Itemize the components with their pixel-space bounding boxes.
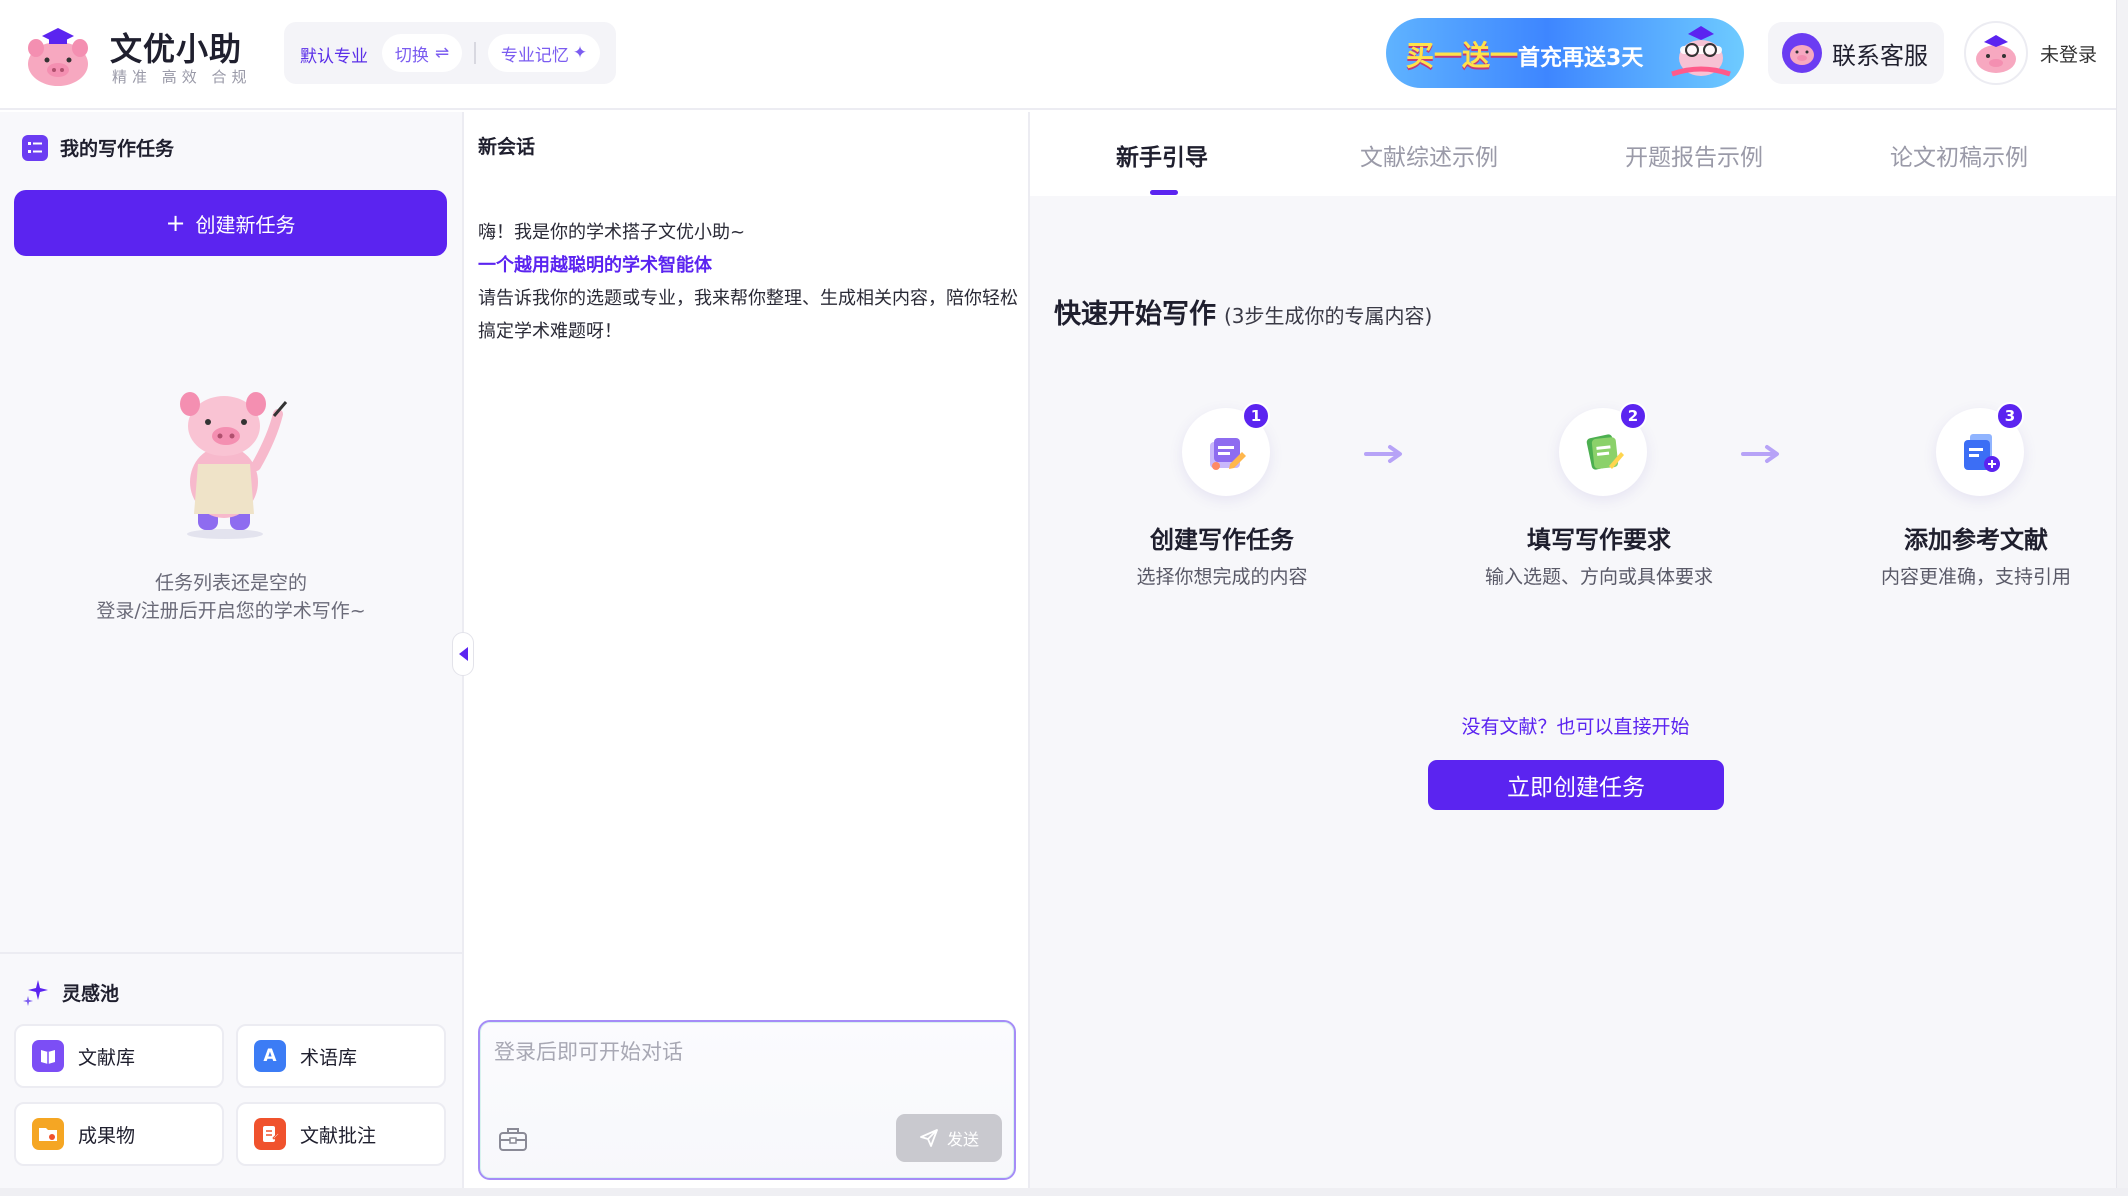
step-title: 添加参考文献 [1904, 526, 2048, 554]
chat-input-placeholder[interactable]: 登录后即可开始对话 [494, 1036, 683, 1066]
guide-panel: 新手引导 文献综述示例 开题报告示例 论文初稿示例 快速开始写作 (3步生成你的专… [1030, 112, 2116, 1188]
arrow-right-icon [1364, 445, 1402, 463]
page-scrollbar[interactable] [2116, 0, 2128, 1196]
major-selector: 默认专业 切换 ⇌ 专业记忆 ✦ [284, 22, 616, 84]
bottom-edge [0, 1188, 2128, 1196]
quick-start-heading: 快速开始写作 (3步生成你的专属内容) [1054, 292, 1432, 331]
tool-label: 成果物 [78, 1124, 136, 1147]
inspiration-header: 灵感池 [22, 978, 119, 1006]
chevron-left-icon [458, 647, 468, 661]
step-add-references: 3 添加参考文献 内容更准确，支持引用 [1836, 402, 2116, 608]
quick-start-subtitle: (3步生成你的专属内容) [1224, 304, 1433, 328]
brand-slogan: 精准 高效 合规 [112, 68, 252, 86]
step-number-badge: 2 [1619, 402, 1647, 430]
quick-start-title: 快速开始写作 [1054, 299, 1216, 330]
switch-major-label: 切换 [394, 45, 429, 66]
guide-tabs: 新手引导 文献综述示例 开题报告示例 论文初稿示例 [1030, 112, 2116, 196]
tool-label: 文献批注 [300, 1124, 377, 1147]
promo-banner[interactable]: 买一送一首充再送3天 [1386, 18, 1744, 88]
step-description: 输入选题、方向或具体要求 [1484, 566, 1713, 588]
send-label: 发送 [946, 1130, 979, 1149]
tool-label: 文献库 [78, 1046, 136, 1069]
annotate-icon [254, 1118, 286, 1150]
step-description: 内容更准确，支持引用 [1880, 566, 2071, 588]
task-create-icon [1210, 438, 1246, 470]
switch-major-button[interactable]: 切换 ⇌ [382, 34, 462, 72]
empty-state-hint: 登录/注册后开启您的学术写作~ [96, 600, 366, 622]
inspiration-title: 灵感池 [62, 982, 120, 1005]
empty-state-title: 任务列表还是空的 [154, 572, 307, 594]
promo-mascot-icon [1671, 26, 1731, 77]
send-button[interactable]: 发送 [896, 1114, 1002, 1162]
reference-add-icon [1964, 434, 2000, 472]
chat-panel: 新会话 嗨！我是你的学术搭子文优小助~ 一个越用越聪明的学术智能体 请告诉我你的… [464, 112, 1030, 1188]
tab-literature-review-example[interactable]: 文献综述示例 [1360, 138, 1498, 172]
create-task-label: 创建新任务 [195, 212, 296, 237]
tasks-header: 我的写作任务 [22, 134, 174, 161]
top-header: 文优小助 精准 高效 合规 默认专业 切换 ⇌ 专业记忆 ✦ 买一送一首充再送3… [0, 0, 2128, 110]
step-title: 创建写作任务 [1150, 526, 1294, 554]
major-memory-button[interactable]: 专业记忆 ✦ [488, 34, 600, 72]
greeting-line: 嗨！我是你的学术搭子文优小助~ [478, 222, 746, 243]
pig-logo-icon [28, 28, 88, 86]
brand-name: 文优小助 [110, 30, 243, 68]
default-major-label[interactable]: 默认专业 [300, 42, 368, 67]
tool-literature-annotation[interactable]: 文献批注 [236, 1102, 446, 1166]
letter-a-icon: A [254, 1040, 286, 1072]
greeting-intro: 请告诉我你的选题或专业，我来帮你整理、生成相关内容，陪你轻松搞定学术难题呀！ [478, 288, 1018, 342]
tab-proposal-report-example[interactable]: 开题报告示例 [1625, 138, 1763, 172]
no-reference-link[interactable]: 没有文献？也可以直接开始 [1030, 712, 2116, 739]
greeting-highlight: 一个越用越聪明的学术智能体 [478, 255, 712, 276]
tasks-title: 我的写作任务 [60, 138, 175, 160]
collapse-sidebar-button[interactable] [452, 632, 474, 676]
user-avatar-icon [1964, 21, 2028, 85]
folder-icon [32, 1118, 64, 1150]
brand[interactable]: 文优小助 精准 高效 合规 [22, 20, 262, 90]
inspiration-pool: 灵感池 文献库 A 术语库 成果物 文献批注 [0, 952, 462, 1188]
promo-sub: 首充再送3天 [1518, 46, 1644, 71]
promo-main: 买一送一 [1406, 39, 1519, 72]
paper-plane-icon [920, 1129, 938, 1147]
book-icon [32, 1040, 64, 1072]
step-fill-requirements: 2 填写写作要求 输入选题、方向或具体要求 [1459, 402, 1739, 608]
major-memory-label: 专业记忆 [500, 45, 569, 66]
divider [474, 42, 476, 64]
task-list-icon [22, 134, 48, 161]
plus-icon: + [165, 209, 186, 237]
create-task-button[interactable]: + 创建新任务 [14, 190, 447, 256]
task-sidebar: 我的写作任务 + 创建新任务 任务列表还是空的 登录/注册后开启您的学术写作~ … [0, 112, 464, 1188]
contact-service-button[interactable]: 联系客服 [1768, 22, 1944, 84]
arrow-right-icon [1741, 445, 1779, 463]
tab-draft-example[interactable]: 论文初稿示例 [1890, 138, 2028, 172]
step-number-badge: 3 [1996, 402, 2024, 430]
step-title: 填写写作要求 [1527, 526, 1671, 554]
login-status-label: 未登录 [2040, 43, 2098, 66]
active-tab-indicator [1150, 190, 1178, 195]
login-entry[interactable]: 未登录 [1964, 20, 2114, 86]
step-create-task: 1 创建写作任务 选择你想完成的内容 [1082, 402, 1362, 608]
promo-text: 买一送一首充再送3天 [1406, 34, 1643, 74]
sparkles-icon [23, 980, 48, 1006]
create-task-now-button[interactable]: 立即创建任务 [1428, 760, 1724, 810]
assistant-greeting: 嗨！我是你的学术搭子文优小助~ 一个越用越聪明的学术智能体 请告诉我你的选题或专… [478, 216, 1018, 348]
toolbox-icon[interactable] [498, 1126, 528, 1152]
tab-beginner-guide[interactable]: 新手引导 [1116, 138, 1208, 172]
conversation-title: 新会话 [478, 136, 536, 158]
tool-literature-library[interactable]: 文献库 [14, 1024, 224, 1088]
tool-label: 术语库 [300, 1046, 358, 1069]
sparkle-icon: ✦ [572, 43, 588, 63]
swap-icon: ⇌ [434, 43, 450, 63]
notes-edit-icon [1586, 434, 1624, 470]
contact-service-label: 联系客服 [1832, 41, 1928, 70]
tool-outputs[interactable]: 成果物 [14, 1102, 224, 1166]
chat-input-box[interactable]: 登录后即可开始对话 发送 [478, 1020, 1016, 1180]
service-avatar-icon [1782, 33, 1822, 73]
step-number-badge: 1 [1242, 402, 1270, 430]
pig-mascot-illustration [180, 392, 288, 539]
tool-term-library[interactable]: A 术语库 [236, 1024, 446, 1088]
step-description: 选择你想完成的内容 [1136, 566, 1308, 588]
